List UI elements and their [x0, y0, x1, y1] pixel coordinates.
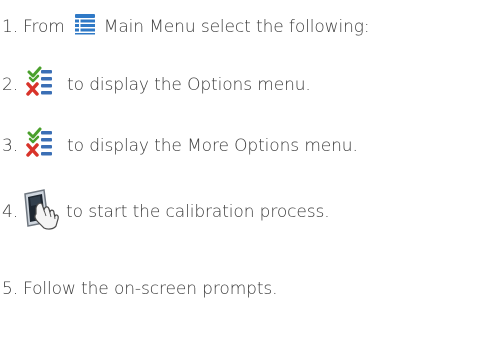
step-text: to display the More Options menu.: [67, 135, 358, 156]
step-prefix: From: [23, 16, 65, 37]
step-number: 2.: [2, 74, 19, 95]
step-text: to start the calibration process.: [66, 201, 330, 222]
step-number: 4.: [2, 201, 19, 222]
step-1: 1. From Main Menu select the following:: [2, 13, 370, 40]
step-text: Follow the on-screen prompts.: [23, 279, 278, 299]
step-text: to display the Options menu.: [67, 74, 311, 95]
step-5: 5. Follow the on-screen prompts.: [2, 279, 278, 299]
step-4: 4. to start the calibration process.: [2, 188, 330, 235]
options-checklist-icon: [26, 66, 54, 103]
step-text: Main Menu select the following:: [103, 16, 370, 37]
step-number: 3.: [2, 135, 19, 156]
step-3: 3. to display the More Options menu.: [2, 127, 358, 164]
step-2: 2. to display the Options menu.: [2, 66, 311, 103]
options-checklist-icon: [26, 127, 54, 164]
main-menu-icon: [74, 13, 96, 40]
touch-calibration-icon: [22, 188, 62, 235]
step-number: 5.: [2, 279, 19, 299]
step-number: 1.: [2, 16, 19, 37]
